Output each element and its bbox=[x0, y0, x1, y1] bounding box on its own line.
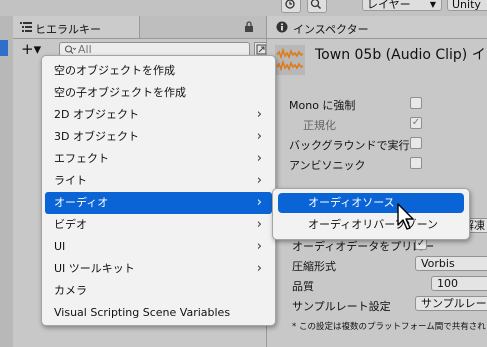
chevron-right-icon: › bbox=[256, 217, 262, 232]
mouse-cursor-icon bbox=[397, 203, 414, 230]
chevron-down-icon: ▼ bbox=[429, 0, 436, 9]
ambisonic-checkbox[interactable] bbox=[410, 157, 422, 169]
menu-item-label: 3D オブジェクト bbox=[54, 130, 139, 143]
clip-title: Town 05b (Audio Clip) イ bbox=[315, 47, 486, 63]
hierarchy-list-icon bbox=[20, 22, 32, 32]
chevron-right-icon: › bbox=[256, 195, 262, 210]
inspector-tab-label: インスペクター bbox=[293, 23, 369, 36]
tab-inspector[interactable]: インスペクター bbox=[267, 16, 487, 39]
menu-item-2d-object[interactable]: 2D オブジェクト › bbox=[45, 104, 272, 126]
chevron-right-icon: › bbox=[256, 129, 262, 144]
menu-item-camera[interactable]: カメラ bbox=[45, 280, 272, 302]
submenu-item-label: オーディオソース bbox=[308, 196, 395, 209]
menu-item-video[interactable]: ビデオ › bbox=[45, 214, 272, 236]
search-toolbar-button[interactable] bbox=[307, 0, 327, 13]
info-icon bbox=[276, 21, 288, 33]
force-mono-label: Mono に強制 bbox=[289, 99, 356, 112]
hierarchy-tab-label: ヒエラルキー bbox=[35, 23, 101, 36]
menu-item-label: Visual Scripting Scene Variables bbox=[54, 306, 231, 319]
shared-settings-footnote: * この設定は複数のプラットフォーム間で共有され bbox=[292, 322, 486, 332]
load-background-label: バックグラウンドで実行 bbox=[289, 139, 410, 152]
hierarchy-tab-bar: ヒエラルキー ⋮ bbox=[13, 16, 280, 39]
sample-rate-label: サンプルレート設定 bbox=[292, 300, 391, 313]
menu-item-visual-scripting-scene-variables[interactable]: Visual Scripting Scene Variables bbox=[45, 302, 272, 324]
menu-item-ui-toolkit[interactable]: UI ツールキット › bbox=[45, 258, 272, 280]
chevron-right-icon: › bbox=[256, 261, 262, 276]
layers-dropdown[interactable]: レイヤー ▼ bbox=[362, 0, 442, 11]
scene-view-edge bbox=[0, 16, 13, 347]
menu-item-label: 2D オブジェクト bbox=[54, 108, 139, 121]
history-icon bbox=[285, 0, 295, 9]
menu-item-3d-object[interactable]: 3D オブジェクト › bbox=[45, 126, 272, 148]
submenu-item-audio-source[interactable]: オーディオソース bbox=[278, 193, 464, 213]
quality-label: 品質 bbox=[292, 280, 314, 293]
quality-input[interactable]: 100 bbox=[431, 276, 487, 291]
menu-item-label: オーディオ bbox=[54, 196, 109, 209]
menu-item-label: 空のオブジェクトを作成 bbox=[54, 64, 175, 77]
menu-item-ui[interactable]: UI › bbox=[45, 236, 272, 258]
top-toolbar: レイヤー ▼ Unity bbox=[0, 0, 487, 16]
menu-item-label: UI ツールキット bbox=[54, 262, 135, 275]
compression-dropdown[interactable]: Vorbis bbox=[415, 256, 487, 271]
ambisonic-label: アンビソニック bbox=[289, 159, 366, 172]
chevron-right-icon: › bbox=[256, 107, 262, 122]
sample-rate-dropdown[interactable]: サンプルレートを bbox=[415, 296, 487, 311]
menu-item-label: UI bbox=[54, 240, 66, 253]
tab-hierarchy[interactable]: ヒエラルキー bbox=[13, 16, 140, 38]
inspector-header: Town 05b (Audio Clip) イ bbox=[267, 39, 487, 85]
chevron-right-icon: › bbox=[256, 239, 262, 254]
search-icon bbox=[310, 0, 322, 10]
menu-item-light[interactable]: ライト › bbox=[45, 170, 272, 192]
menu-item-label: エフェクト bbox=[54, 152, 109, 165]
load-background-checkbox[interactable] bbox=[410, 137, 422, 149]
menu-item-effects[interactable]: エフェクト › bbox=[45, 148, 272, 170]
layout-dropdown[interactable]: Unity bbox=[447, 0, 487, 11]
chevron-right-icon: › bbox=[256, 173, 262, 188]
preload-label: オーディオデータをプリロー bbox=[292, 240, 435, 253]
menu-item-create-empty[interactable]: 空のオブジェクトを作成 bbox=[45, 60, 272, 82]
menu-item-label: カメラ bbox=[54, 284, 87, 297]
submenu-item-audio-reverb-zone[interactable]: オーディオリバーブゾーン bbox=[278, 215, 464, 235]
inspector-panel: インスペクター Town 05b (Audio Clip) イ Mono に強制… bbox=[266, 16, 487, 347]
layers-dropdown-label: レイヤー bbox=[367, 0, 411, 11]
audio-submenu: オーディオソース オーディオリバーブゾーン bbox=[272, 188, 470, 240]
normalize-checkbox[interactable]: ✓ bbox=[410, 117, 422, 129]
create-context-menu: 空のオブジェクトを作成 空の子オブジェクトを作成 2D オブジェクト › 3D … bbox=[41, 55, 276, 326]
menu-item-label: ビデオ bbox=[54, 218, 87, 231]
compression-label: 圧縮形式 bbox=[292, 260, 336, 273]
scene-view-tool-button[interactable] bbox=[0, 40, 8, 56]
chevron-right-icon: › bbox=[256, 151, 262, 166]
lock-icon[interactable] bbox=[244, 21, 254, 33]
menu-item-label: ライト bbox=[54, 174, 87, 187]
menu-item-label: 空の子オブジェクトを作成 bbox=[54, 86, 186, 99]
submenu-item-label: オーディオリバーブゾーン bbox=[308, 218, 439, 231]
audio-clip-icon bbox=[275, 45, 305, 75]
menu-item-create-empty-child[interactable]: 空の子オブジェクトを作成 bbox=[45, 82, 272, 104]
force-mono-checkbox[interactable] bbox=[410, 97, 422, 109]
layout-dropdown-label: Unity bbox=[452, 0, 481, 11]
normalize-label: 正規化 bbox=[303, 119, 336, 132]
menu-item-audio[interactable]: オーディオ › bbox=[45, 192, 272, 214]
history-button[interactable] bbox=[281, 0, 301, 13]
search-icon bbox=[64, 45, 76, 54]
